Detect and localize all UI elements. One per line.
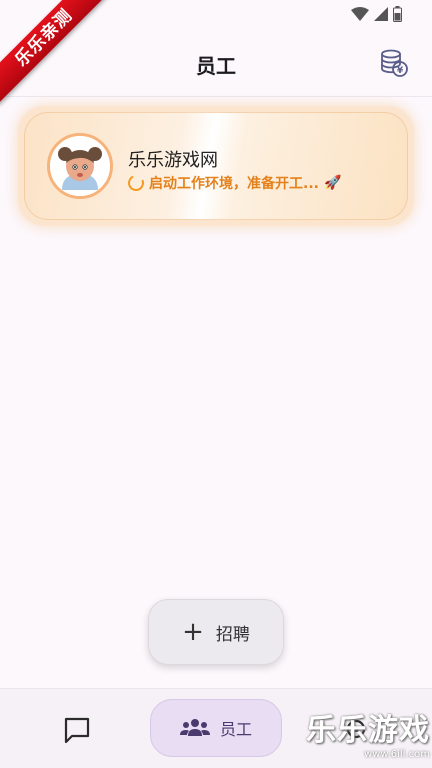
people-icon	[179, 719, 210, 736]
employee-status: 启动工作环境，准备开工... 🚀	[125, 172, 342, 194]
status-icons	[351, 6, 402, 22]
recruit-button-label: 招聘	[215, 624, 250, 645]
watermark: 乐乐游戏 www.6ill.com	[306, 705, 430, 760]
employee-name: 乐乐游戏网	[128, 150, 218, 171]
rocket-icon: 🚀	[323, 175, 342, 191]
battery-icon	[393, 6, 402, 22]
corner-ribbon: 乐乐亲测	[0, 0, 110, 110]
wifi-icon	[351, 7, 369, 21]
plus-icon: +	[182, 617, 204, 647]
nav-chat[interactable]	[60, 713, 94, 747]
chat-bubble-icon	[64, 717, 90, 744]
avatar	[47, 133, 113, 199]
coin-stack-icon: ¥	[381, 49, 408, 77]
ribbon-text: 乐乐亲测	[0, 0, 110, 105]
nav-staff[interactable]: 员工	[150, 699, 282, 757]
loading-spinner-icon	[125, 172, 147, 194]
watermark-url: www.6ill.com	[363, 749, 430, 760]
cartoon-girl-avatar-icon	[50, 136, 110, 196]
employee-card[interactable]: 乐乐游戏网 启动工作环境，准备开工... 🚀	[24, 112, 408, 220]
svg-text:¥: ¥	[397, 66, 404, 76]
nav-staff-label: 员工	[219, 720, 252, 739]
signal-icon	[374, 7, 388, 21]
coins-button[interactable]: ¥	[378, 47, 410, 79]
recruit-button[interactable]: + 招聘	[148, 599, 284, 665]
watermark-title: 乐乐游戏	[306, 713, 430, 748]
employee-status-text: 启动工作环境，准备开工...	[149, 176, 319, 192]
